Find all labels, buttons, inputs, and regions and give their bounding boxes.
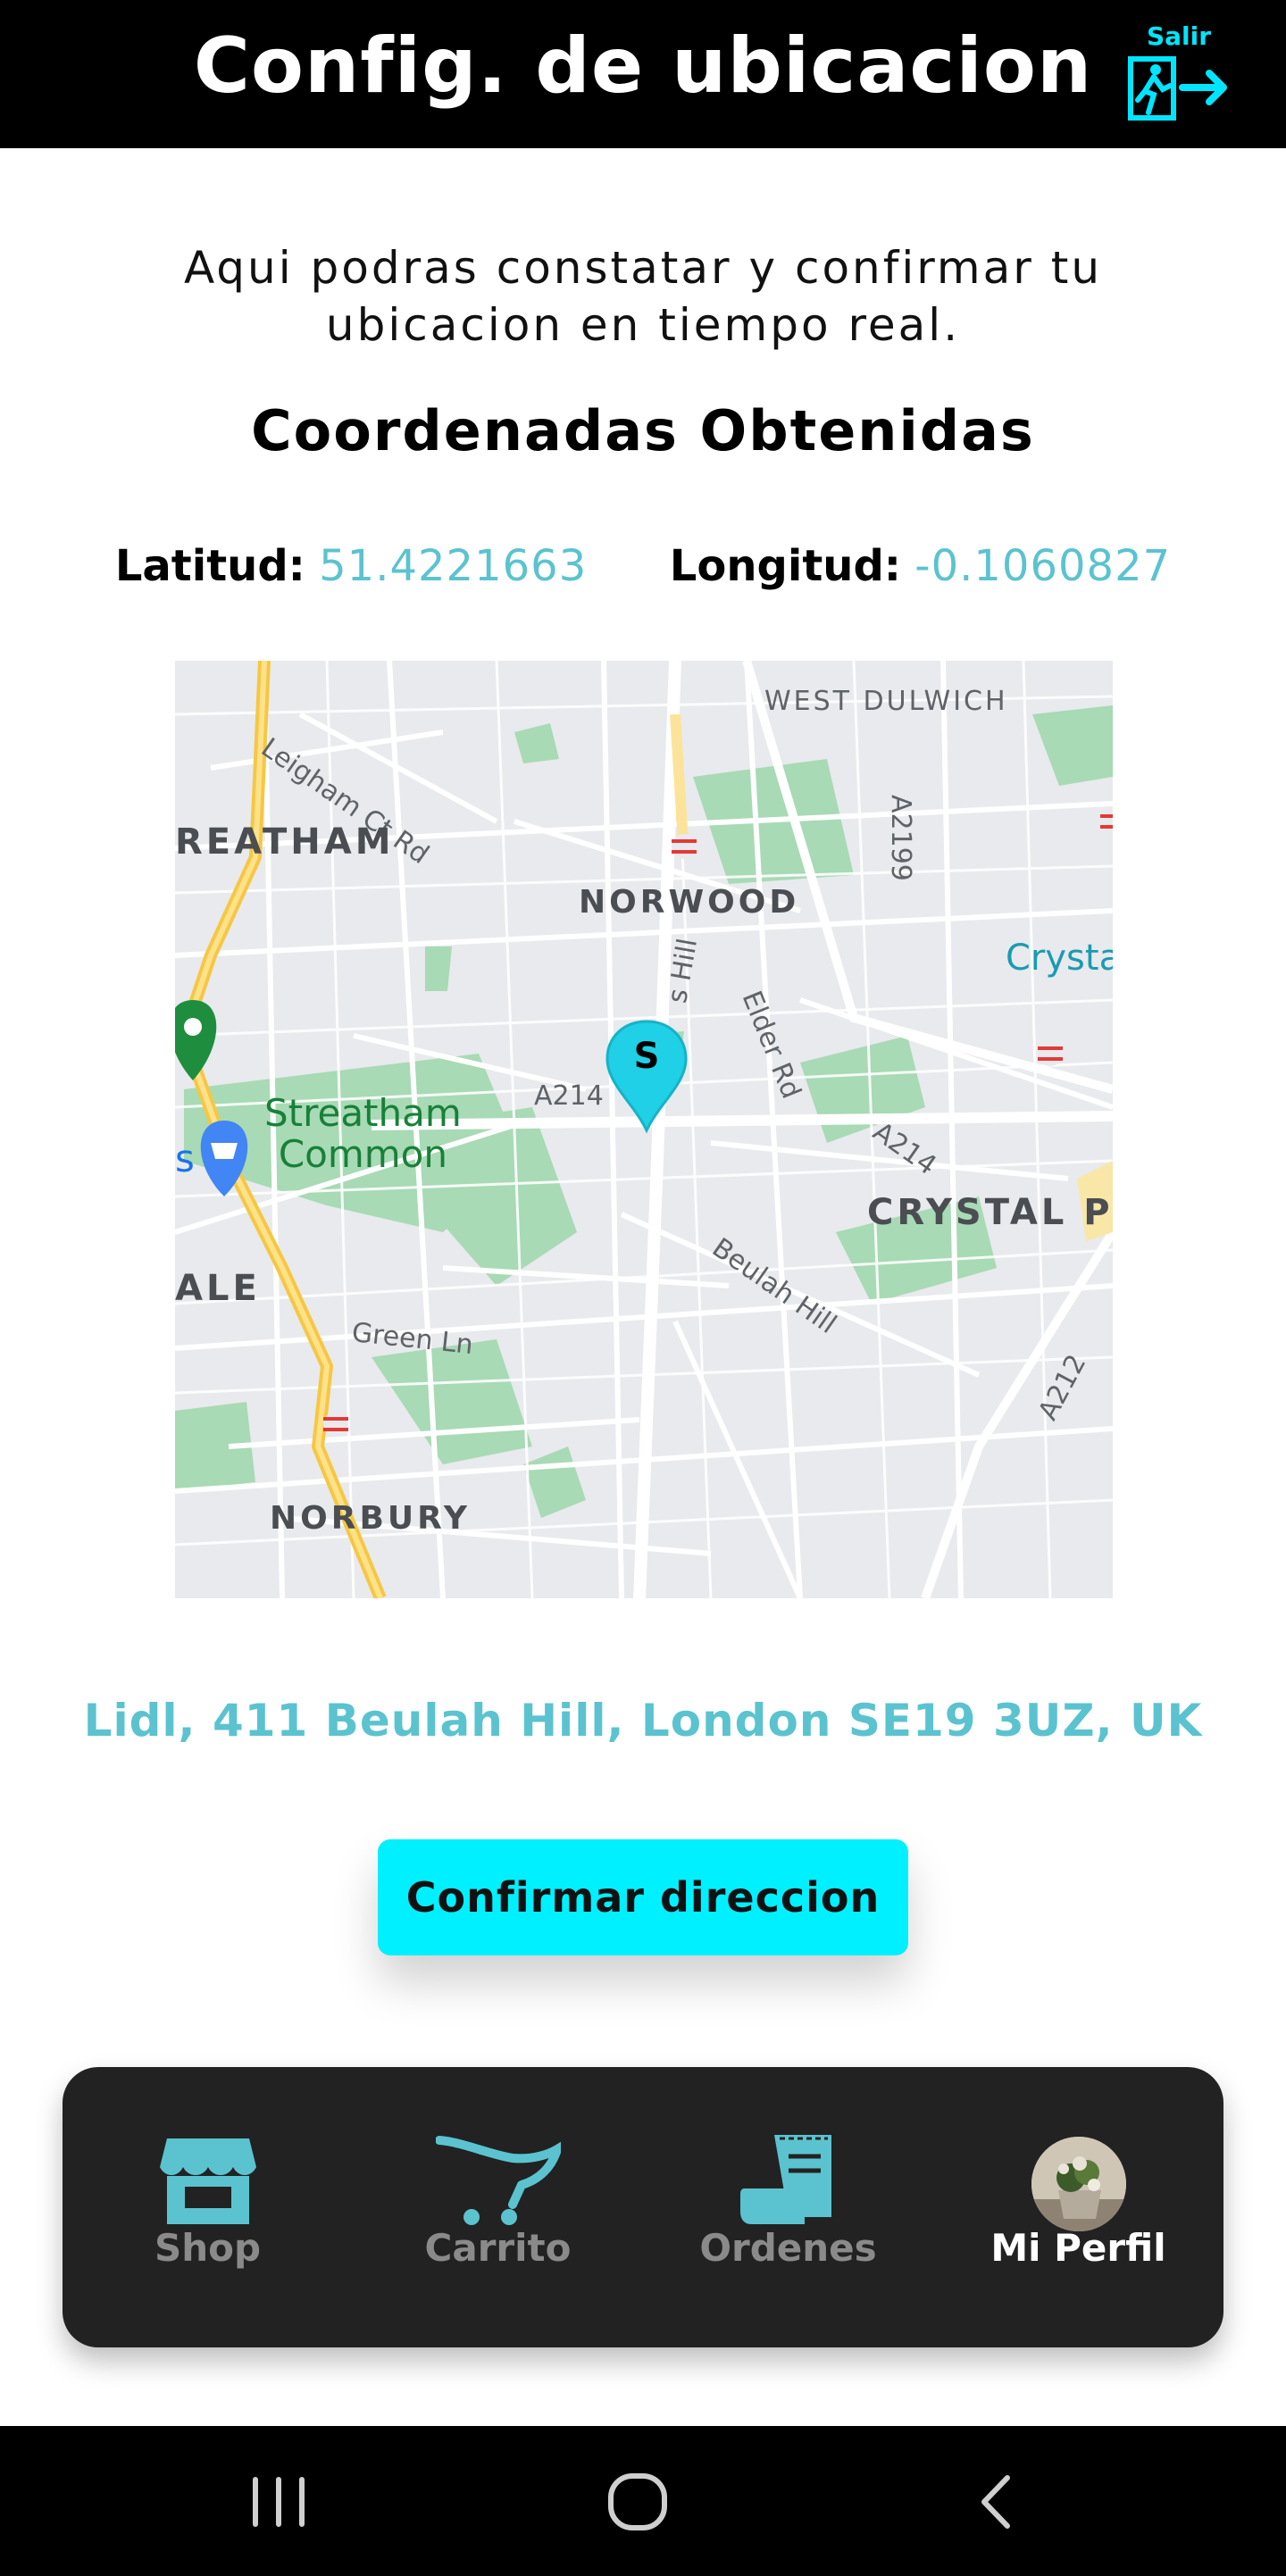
coordinates-heading: Coordenadas Obtenidas [251,398,1035,463]
location-map[interactable]: WEST DULWICH Leigham Ct Rd REATHAM NORWO… [175,661,1113,1598]
nav-item-carrito[interactable]: Carrito [353,2067,643,2347]
longitude-label: Longitud: [669,541,901,591]
exit-door-icon [1128,56,1227,121]
cart-icon [435,2136,561,2225]
coordinates-row: Latitud: 51.4221663 Longitud: -0.1060827 [0,541,1286,591]
recents-icon[interactable] [243,2471,314,2533]
map-label-crystal: Crysta [1006,938,1113,979]
bottom-nav: Shop Carrito Ordenes Mi Perfil [63,2067,1223,2347]
orders-icon [739,2135,831,2224]
nav-label-ordenes: Ordenes [699,2226,877,2270]
map-label-a2199: A2199 [885,795,916,881]
latitude-value: 51.4221663 [319,541,588,591]
nav-label-carrito: Carrito [424,2226,572,2270]
system-nav-bar [0,2426,1286,2576]
marker-letter: S [633,1036,660,1077]
nav-item-shop[interactable]: Shop [63,2067,353,2347]
nav-label-mi-perfil: Mi Perfil [990,2226,1166,2270]
map-label-streatham: REATHAM [175,821,395,863]
exit-label: Salir [1147,21,1212,51]
intro-text: Aqui podras constatar y confirmar tu ubi… [183,242,1103,351]
latitude-label: Latitud: [114,541,305,591]
app-header: Config. de ubicacion Salir [0,0,1286,148]
nav-label-shop: Shop [154,2226,262,2270]
page-title: Config. de ubicacion [193,21,1093,111]
map-label-west-dulwich: WEST DULWICH [764,686,1008,717]
address-text: Lidl, 411 Beulah Hill, London SE19 3UZ, … [83,1695,1203,1747]
map-label-streatham-common: Streatham Common [264,1091,462,1176]
shop-icon [159,2138,256,2224]
home-icon[interactable] [602,2471,673,2533]
nav-item-mi-perfil[interactable]: Mi Perfil [933,2067,1223,2347]
map-label-norwood: NORWOOD [579,884,800,921]
confirm-address-button[interactable]: Confirmar direccion [378,1839,908,1955]
map-label-a214-left: A214 [534,1080,604,1112]
back-icon[interactable] [963,2471,1034,2533]
exit-button[interactable]: Salir [1127,18,1234,125]
nav-item-ordenes[interactable]: Ordenes [643,2067,933,2347]
map-label-norbury: NORBURY [270,1500,471,1537]
avatar [1031,2137,1126,2231]
map-label-crystal-palace: CRYSTAL P [867,1192,1113,1233]
map-label-ale: ALE [175,1268,261,1309]
map-label-s: s [175,1137,195,1180]
longitude-value: -0.1060827 [914,541,1172,591]
